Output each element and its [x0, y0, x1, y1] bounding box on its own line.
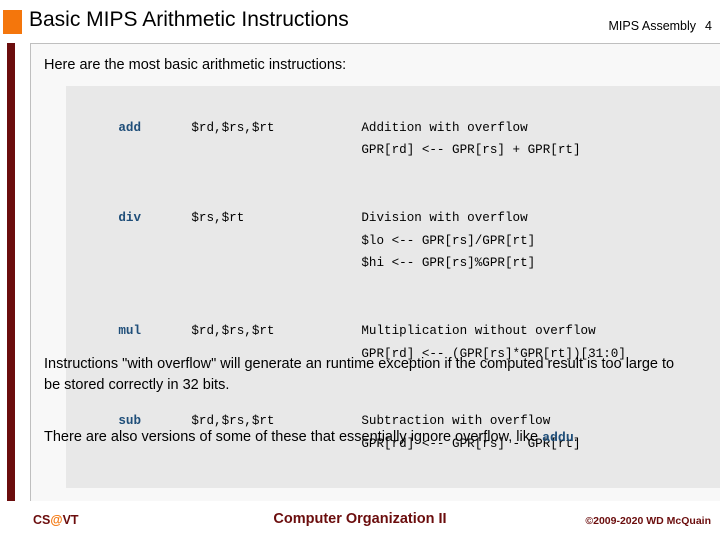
description-line: $lo <-- GPR[rs]/GPR[rt]: [361, 233, 536, 248]
sidebar-accent-bar: [7, 43, 15, 501]
copyright-notice: ©2009-2020 WD McQuain: [585, 515, 711, 527]
header-section-label: MIPS Assembly 4: [609, 19, 712, 33]
addu-code-token: addu: [542, 430, 574, 445]
header-bullet-square-icon: [3, 10, 22, 34]
description-line: Addition with overflow: [361, 120, 528, 135]
instruction-mnemonic: mul: [118, 323, 142, 338]
paragraph-prefix-text: There are also versions of some of these…: [44, 429, 543, 445]
instruction-operands: $rd,$rs,$rt: [191, 120, 275, 135]
slide-footer: CS@VT Computer Organization II ©2009-202…: [0, 505, 720, 540]
slide-content: Here are the most basic arithmetic instr…: [31, 44, 720, 501]
instruction-description: Addition with overflow GPR[rd] <-- GPR[rs…: [361, 117, 580, 162]
description-line: $hi <-- GPR[rs]%GPR[rt]: [361, 256, 536, 271]
overflow-note-paragraph: Instructions "with overflow" will genera…: [44, 356, 675, 393]
section-name: MIPS Assembly: [608, 19, 697, 33]
unsigned-variants-paragraph: There are also versions of some of these…: [44, 427, 684, 448]
table-row: add $rd,$rs,$rt Addition with overflow GPR[…: [66, 94, 720, 184]
slide-header: Basic MIPS Arithmetic Instructions MIPS …: [0, 0, 720, 43]
description-line: Multiplication without overflow: [361, 323, 596, 338]
intro-text: Here are the most basic arithmetic instr…: [44, 57, 347, 73]
table-row: div $rs,$rt Division with overflow $lo <-- …: [66, 184, 720, 297]
description-line: Division with overflow: [361, 210, 528, 225]
instruction-mnemonic: add: [118, 120, 142, 135]
description-line: GPR[rd] <-- GPR[rs] + GPR[rt]: [361, 143, 581, 158]
page-title: Basic MIPS Arithmetic Instructions: [29, 8, 349, 31]
instruction-description: Division with overflow $lo <-- GPR[rs]/GP…: [361, 207, 535, 275]
slide-number: 4: [705, 19, 712, 33]
paragraph-suffix-text: .: [573, 429, 578, 445]
instruction-operands: $rs,$rt: [191, 210, 245, 225]
instruction-operands: $rd,$rs,$rt: [191, 323, 275, 338]
instruction-mnemonic: div: [118, 210, 142, 225]
